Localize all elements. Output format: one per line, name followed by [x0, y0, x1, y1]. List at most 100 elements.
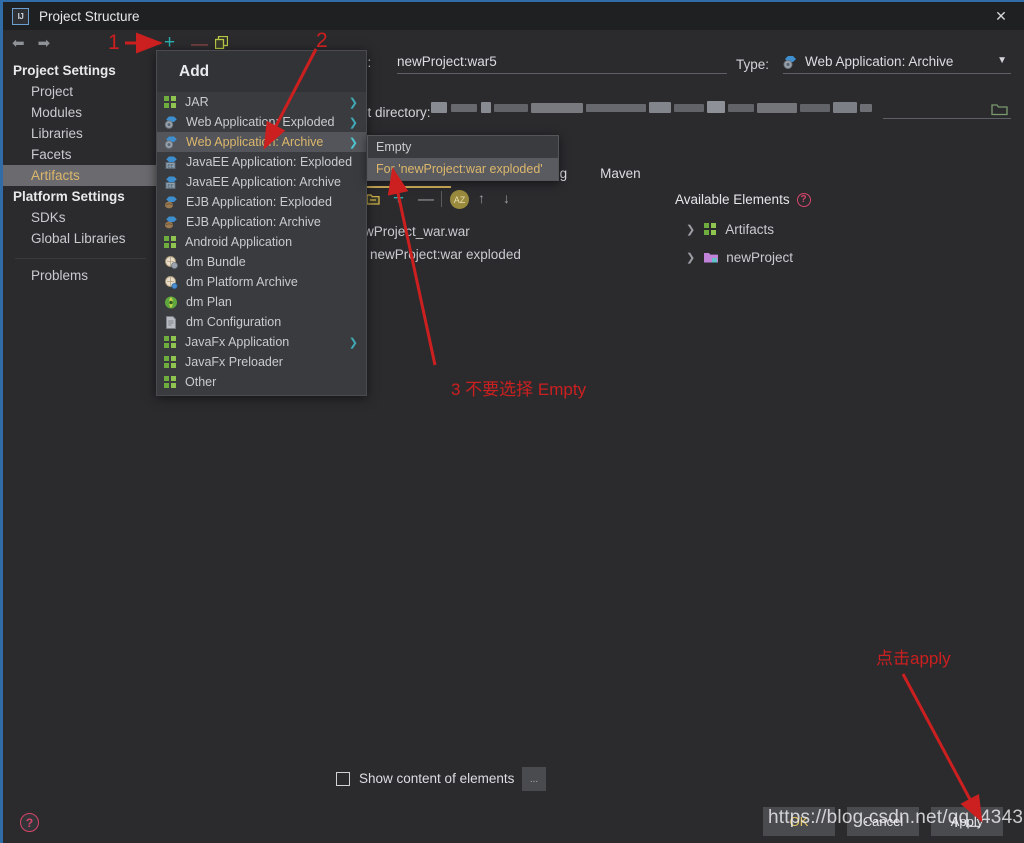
available-elements-row-newproject[interactable]: ❯ newProject [686, 250, 793, 265]
menu-item-dm-plan[interactable]: dm Plan [157, 292, 366, 312]
active-tab-indicator [363, 186, 451, 188]
type-select[interactable]: Web Application: Archive ▼ [783, 54, 1011, 74]
menu-item-javafx-application[interactable]: JavaFx Application ❯ [157, 332, 366, 352]
menu-item-jar[interactable]: JAR ❯ [157, 92, 366, 112]
available-elements-label: Artifacts [725, 222, 774, 237]
output-directory-label: ut directory: [360, 105, 431, 120]
help-icon[interactable]: ? [796, 192, 811, 207]
project-structure-dialog: IJ Project Structure ✕ ⬅ ➡ + — Project S… [0, 0, 1024, 843]
menu-item-label: EJB Application: Archive [186, 215, 321, 229]
tab-maven[interactable]: Maven [600, 166, 641, 181]
menu-item-web-application-archive[interactable]: Web Application: Archive ❯ [157, 132, 366, 152]
folder-add-icon[interactable] [366, 192, 380, 211]
menu-item-label: JavaEE Application: Exploded [186, 155, 353, 169]
chevron-right-icon: ❯ [348, 96, 358, 109]
ejb-icon [164, 196, 178, 209]
menu-item-label: Other [185, 375, 217, 389]
add-popup-menu: Add JAR ❯ Web Application: Exploded ❯ We… [156, 50, 367, 396]
chevron-right-icon: ❯ [348, 136, 358, 149]
sidebar-item-sdks[interactable]: SDKs [3, 207, 158, 228]
sidebar-group-platform-settings: Platform Settings [13, 189, 125, 204]
menu-item-dm-configuration[interactable]: dm Configuration [157, 312, 366, 332]
chevron-right-icon: ❯ [348, 116, 358, 129]
menu-item-label: JavaFx Preloader [185, 355, 283, 369]
more-options-button[interactable]: ... [522, 767, 546, 791]
annotation-number-1: 1 [108, 31, 120, 54]
tree-row[interactable]: wProject_war.war [358, 220, 598, 243]
toolbar-divider [441, 191, 442, 207]
tree-row[interactable]: newProject:war exploded [358, 243, 598, 266]
chevron-down-icon[interactable]: ▼ [997, 55, 1007, 66]
sidebar-item-global-libraries[interactable]: Global Libraries [3, 228, 158, 249]
android-icon [164, 235, 177, 249]
folder-icon[interactable] [991, 102, 1008, 121]
move-down-icon[interactable]: ↓ [503, 190, 510, 206]
svg-text:AZ: AZ [454, 195, 466, 205]
watermark-url: https://blog.csdn.net/qq_43437555 [768, 807, 1024, 828]
add-menu-title: Add [157, 51, 366, 92]
output-directory-input[interactable] [431, 98, 879, 119]
chevron-right-icon: ❯ [348, 336, 358, 349]
available-elements-row-artifacts[interactable]: ❯ Artifacts [686, 222, 774, 237]
arrow-right-icon[interactable]: ➡ [38, 36, 51, 51]
plus-icon[interactable]: + [164, 33, 175, 52]
chevron-right-icon[interactable]: ❯ [686, 223, 695, 236]
plus-icon[interactable]: + [393, 188, 404, 210]
menu-item-dm-platform-archive[interactable]: dm Platform Archive [157, 272, 366, 292]
annotation-click-apply: 点击apply [876, 649, 951, 668]
copy-icon[interactable] [214, 35, 229, 50]
menu-item-javaee-application-exploded[interactable]: EE JavaEE Application: Exploded [157, 152, 366, 172]
menu-item-label: EJB Application: Exploded [186, 195, 332, 209]
module-folder-icon [704, 251, 719, 264]
checkbox-label: Show content of elements [359, 771, 515, 786]
menu-item-ejb-application-exploded[interactable]: EJB Application: Exploded [157, 192, 366, 212]
svg-text:EE: EE [167, 163, 173, 168]
menu-item-web-application-exploded[interactable]: Web Application: Exploded ❯ [157, 112, 366, 132]
web-icon [783, 55, 797, 69]
web-icon [164, 136, 178, 149]
web-archive-submenu: Empty For 'newProject:war exploded' [367, 135, 559, 181]
available-elements-label: newProject [726, 250, 794, 265]
sidebar-divider [15, 258, 146, 259]
menu-item-label: JavaFx Application [185, 335, 290, 349]
sidebar-item-artifacts[interactable]: Artifacts [3, 165, 158, 186]
jar-icon [164, 355, 177, 369]
intellij-logo-icon: IJ [12, 7, 29, 25]
menu-item-label: dm Configuration [186, 315, 282, 329]
jar-icon [164, 95, 177, 109]
menu-item-javaee-application-archive[interactable]: EE JavaEE Application: Archive [157, 172, 366, 192]
menu-item-label: JAR [185, 95, 209, 109]
javaee-icon: EE [164, 156, 178, 169]
help-icon[interactable]: ? [20, 813, 39, 832]
annotation-number-2: 2 [316, 29, 328, 52]
menu-item-dm-bundle[interactable]: dm Bundle [157, 252, 366, 272]
close-icon[interactable]: ✕ [978, 2, 1024, 30]
jar-icon [164, 335, 177, 349]
menu-item-label: dm Bundle [186, 255, 246, 269]
move-up-icon[interactable]: ↑ [478, 190, 485, 206]
menu-item-other[interactable]: Other [157, 372, 366, 392]
sidebar-item-facets[interactable]: Facets [3, 144, 158, 165]
javaee-icon: EE [164, 176, 178, 189]
arrow-left-icon[interactable]: ⬅ [12, 36, 25, 51]
dm-plan-icon [164, 296, 178, 309]
show-content-of-elements-checkbox[interactable]: Show content of elements [336, 771, 514, 786]
chevron-right-icon[interactable]: ❯ [686, 251, 695, 264]
menu-item-ejb-application-archive[interactable]: EJB Application: Archive [157, 212, 366, 232]
sidebar-item-project[interactable]: Project [3, 81, 158, 102]
available-elements-label: Available Elements [675, 192, 790, 207]
submenu-item-empty[interactable]: Empty [368, 136, 558, 158]
menu-item-label: Android Application [185, 235, 293, 249]
name-input[interactable]: newProject:war5 [397, 54, 727, 74]
menu-item-javafx-preloader[interactable]: JavaFx Preloader [157, 352, 366, 372]
checkbox-box[interactable] [336, 771, 350, 786]
submenu-item-for-newproject-war-exploded[interactable]: For 'newProject:war exploded' [368, 158, 558, 180]
minus-icon[interactable]: — [191, 35, 208, 52]
sidebar-item-problems[interactable]: Problems [3, 265, 158, 286]
sidebar-item-libraries[interactable]: Libraries [3, 123, 158, 144]
sidebar-item-modules[interactable]: Modules [3, 102, 158, 123]
menu-item-android-application[interactable]: Android Application [157, 232, 366, 252]
menu-item-label: dm Plan [186, 295, 232, 309]
minus-icon[interactable]: — [418, 191, 434, 209]
sort-alphabetical-icon[interactable]: AZ [449, 189, 470, 215]
